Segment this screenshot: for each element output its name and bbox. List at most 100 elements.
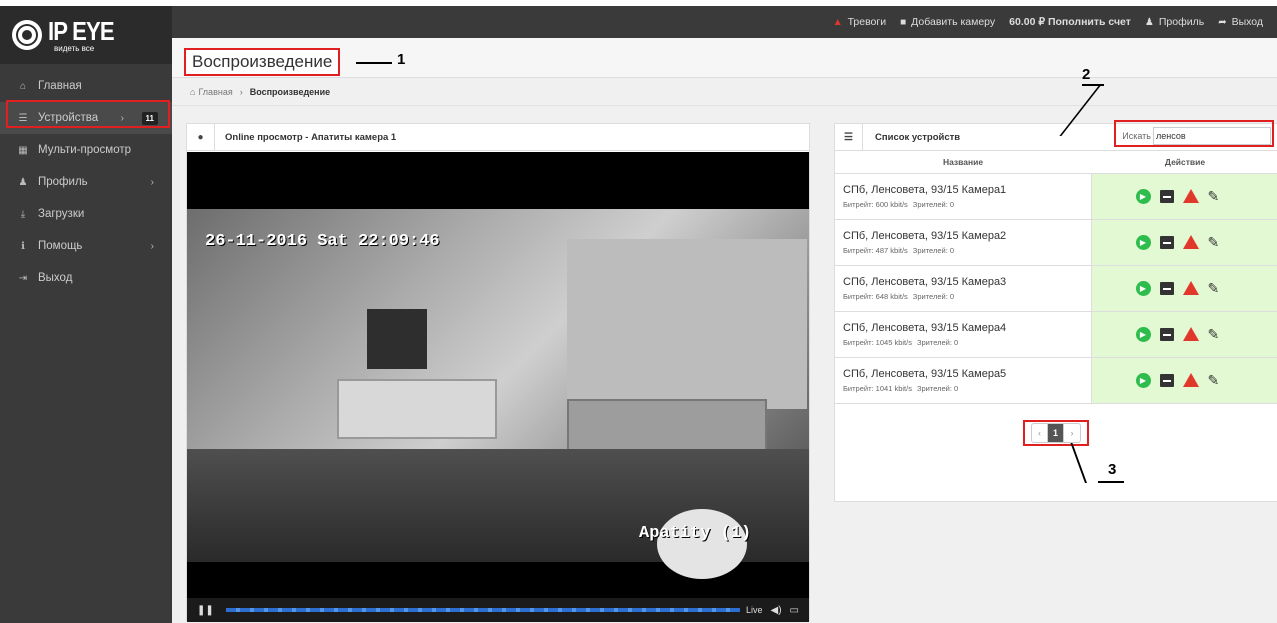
main-content: Воспроизведение ⌂ Главная › Воспроизведе…	[172, 38, 1277, 623]
sidebar-item-help[interactable]: ℹ Помощь ›	[0, 230, 172, 262]
alert-button[interactable]	[1182, 373, 1199, 387]
sidebar-item-logout[interactable]: ⇥ Выход	[0, 262, 172, 294]
archive-button[interactable]	[1159, 373, 1174, 387]
pager-next-button[interactable]: ›	[1064, 424, 1080, 442]
profile-label: Профиль	[1158, 16, 1205, 28]
annotation-number-1: 1	[397, 51, 406, 68]
user-icon: ♟	[18, 176, 28, 188]
device-cell[interactable]: СПб, Ленсовета, 93/15 Камера4 Битрейт: 1…	[835, 311, 1091, 358]
page-title: Воспроизведение	[184, 48, 341, 76]
pager-prev-button[interactable]: ‹	[1032, 424, 1048, 442]
osd-timestamp: 26-11-2016 Sat 22:09:46	[205, 232, 440, 251]
alert-button[interactable]	[1182, 189, 1199, 203]
action-cell: ▶ ✎	[1090, 265, 1277, 312]
video-player[interactable]: 26-11-2016 Sat 22:09:46 Apatity (1) ❚❚ L…	[187, 152, 809, 622]
alert-button[interactable]	[1182, 235, 1199, 249]
device-cell[interactable]: СПб, Ленсовета, 93/15 Камера5 Битрейт: 1…	[835, 357, 1091, 404]
video-panel: ● Online просмотр - Апатиты камера 1 26-…	[186, 123, 810, 622]
download-icon: ⤓	[20, 208, 26, 220]
device-bitrate: Битрейт: 1045 kbit/s	[843, 337, 912, 347]
video-title: Online просмотр - Апатиты камера 1	[225, 131, 397, 143]
annotation-box-search	[1114, 120, 1274, 147]
device-viewers: Зрителей: 0	[916, 383, 959, 393]
play-button[interactable]: ▶	[1135, 372, 1151, 388]
logout-label: Выход	[1231, 16, 1263, 28]
chevron-right-icon: ›	[150, 176, 154, 188]
archive-button[interactable]	[1159, 327, 1174, 341]
pause-icon[interactable]: ❚❚	[197, 605, 214, 616]
profile-link[interactable]: ♟ Профиль	[1145, 16, 1204, 28]
pager-page-button[interactable]: 1	[1048, 424, 1064, 442]
balance-label: 60.00 ₽ Пополнить счет	[1009, 16, 1131, 28]
archive-button[interactable]	[1159, 281, 1174, 295]
edit-pencil-icon[interactable]: ✎	[1208, 280, 1220, 297]
logo[interactable]: IP EYE видеть все	[0, 6, 172, 64]
add-camera-label: Добавить камеру	[911, 16, 996, 28]
annotation-number-2: 2	[1082, 66, 1091, 83]
play-button[interactable]: ▶	[1135, 188, 1151, 204]
action-cell: ▶ ✎	[1090, 173, 1277, 220]
annotation-line-1	[356, 62, 392, 64]
edit-pencil-icon[interactable]: ✎	[1208, 372, 1220, 389]
play-button[interactable]: ▶	[1135, 234, 1151, 250]
camera-frame	[187, 209, 809, 579]
user-icon: ♟	[1144, 16, 1154, 28]
grid-icon: ▦	[18, 144, 28, 156]
home-icon: ⌂	[190, 86, 196, 97]
list-icon: ☰	[835, 123, 863, 151]
alert-button[interactable]	[1182, 327, 1199, 341]
play-button[interactable]: ▶	[1135, 326, 1151, 342]
alert-button[interactable]	[1182, 281, 1199, 295]
live-label[interactable]: Live	[746, 605, 763, 615]
device-cell[interactable]: СПб, Ленсовета, 93/15 Камера1 Битрейт: 6…	[835, 173, 1091, 220]
edit-pencil-icon[interactable]: ✎	[1208, 234, 1220, 251]
player-controls: ❚❚ Live ◀) ▭	[187, 598, 809, 622]
device-name: СПб, Ленсовета, 93/15 Камера2	[843, 229, 1007, 242]
progress-bar[interactable]	[225, 608, 740, 612]
sidebar-item-profile[interactable]: ♟ Профиль ›	[0, 166, 172, 198]
share-arrow-icon: ➦	[1218, 16, 1227, 28]
device-name: СПб, Ленсовета, 93/15 Камера1	[843, 183, 1007, 196]
sidebar-item-label: Главная	[38, 80, 82, 92]
logo-subtitle: видеть все	[54, 43, 95, 53]
archive-button[interactable]	[1159, 235, 1174, 249]
edit-pencil-icon[interactable]: ✎	[1208, 188, 1220, 205]
home-icon: ⌂	[19, 80, 27, 92]
volume-icon[interactable]: ◀)	[771, 605, 782, 616]
fullscreen-icon[interactable]: ▭	[790, 605, 799, 616]
balance-link[interactable]: 60.00 ₽ Пополнить счет	[1009, 16, 1131, 28]
osd-camera-name: Apatity (1)	[639, 524, 752, 543]
sidebar-item-label: Выход	[38, 272, 73, 284]
action-cell: ▶ ✎	[1090, 311, 1277, 358]
breadcrumb-home[interactable]: Главная	[198, 87, 232, 97]
page-header: Воспроизведение	[172, 38, 1277, 78]
sidebar: IP EYE видеть все ⌂ Главная ☰ Устройства…	[0, 6, 172, 623]
logout-icon: ⇥	[18, 272, 28, 284]
table-row: СПб, Ленсовета, 93/15 Камера4 Битрейт: 1…	[835, 311, 1277, 358]
sidebar-item-label: Помощь	[38, 240, 83, 252]
device-cell[interactable]: СПб, Ленсовета, 93/15 Камера3 Битрейт: 6…	[835, 265, 1091, 312]
action-cell: ▶ ✎	[1090, 357, 1277, 404]
device-name: СПб, Ленсовета, 93/15 Камера4	[843, 321, 1007, 334]
sidebar-item-home[interactable]: ⌂ Главная	[0, 70, 172, 102]
logout-link[interactable]: ➦ Выход	[1218, 16, 1263, 28]
sidebar-item-multiview[interactable]: ▦ Мульти-просмотр	[0, 134, 172, 166]
alerts-link[interactable]: ▲ Тревоги	[833, 16, 886, 28]
annotation-number-3: 3	[1108, 461, 1117, 478]
device-viewers: Зрителей: 0	[916, 337, 959, 347]
edit-pencil-icon[interactable]: ✎	[1208, 326, 1220, 343]
alerts-label: Тревоги	[847, 16, 887, 28]
play-button[interactable]: ▶	[1135, 280, 1151, 296]
column-header-name: Название	[835, 151, 1091, 174]
breadcrumb-current: Воспроизведение	[249, 86, 331, 97]
add-camera-link[interactable]: ■ Добавить камеру	[900, 16, 995, 28]
device-bitrate: Битрейт: 648 kbit/s	[843, 291, 908, 301]
column-header-action: Действие	[1091, 151, 1277, 174]
devices-table: Название Действие СПб, Ленсовета, 93/15 …	[835, 151, 1277, 404]
sidebar-item-downloads[interactable]: ⤓ Загрузки	[0, 198, 172, 230]
archive-button[interactable]	[1159, 189, 1174, 203]
device-bitrate: Битрейт: 600 kbit/s	[843, 199, 908, 209]
device-bitrate: Битрейт: 1041 kbit/s	[843, 383, 912, 393]
device-cell[interactable]: СПб, Ленсовета, 93/15 Камера2 Битрейт: 4…	[835, 219, 1091, 266]
device-list-panel: ☰ Список устройств Искать Название Дейст…	[834, 123, 1277, 502]
